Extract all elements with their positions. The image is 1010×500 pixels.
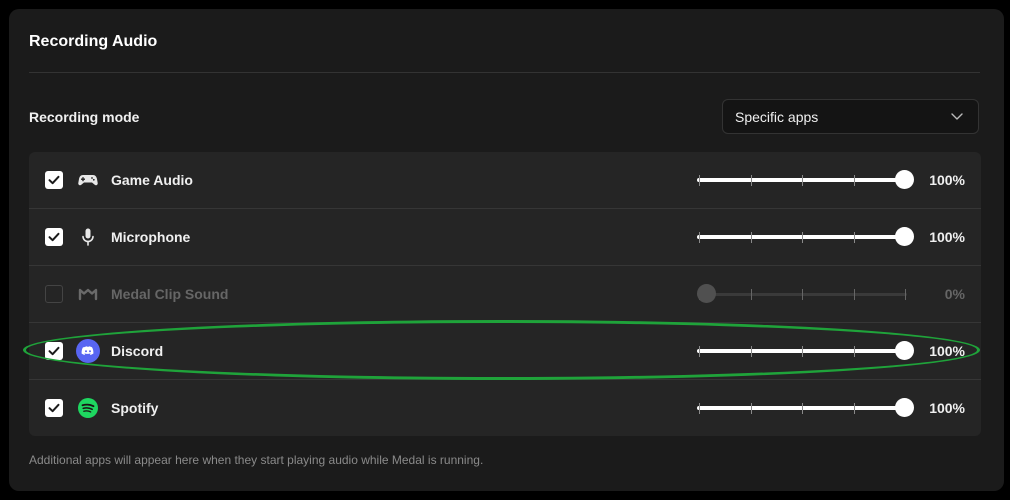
volume-percent: 100% [929, 229, 965, 245]
checkmark-icon [48, 403, 60, 413]
app-row-medal-clip-sound: Medal Clip Sound 0% [29, 266, 981, 323]
slider-tick [802, 232, 803, 243]
slider-tick [802, 289, 803, 300]
slider-fill [697, 349, 902, 353]
medal-icon [78, 288, 98, 301]
slider-fill [697, 406, 902, 410]
slider-tick [699, 175, 700, 186]
footnote: Additional apps will appear here when th… [29, 453, 484, 467]
slider-tick [750, 232, 752, 243]
microphone-checkbox[interactable] [45, 228, 63, 246]
app-row-microphone: Microphone 100% [29, 209, 981, 266]
recording-audio-panel: Recording Audio Recording mode Specific … [9, 9, 1004, 491]
app-row-spotify: Spotify 100% [29, 380, 981, 436]
slider-tick [853, 175, 855, 186]
slider-thumb[interactable] [895, 341, 914, 360]
divider [29, 72, 980, 73]
slider-tick [802, 403, 803, 414]
slider-thumb[interactable] [895, 170, 914, 189]
slider-tick [750, 175, 752, 186]
checkmark-icon [48, 346, 60, 356]
app-name: Spotify [111, 400, 159, 416]
slider-tick [750, 289, 752, 300]
slider-fill [697, 235, 902, 239]
volume-percent: 100% [929, 172, 965, 188]
microphone-volume-slider[interactable] [697, 227, 917, 247]
game-audio-checkbox[interactable] [45, 171, 63, 189]
checkmark-icon [48, 232, 60, 242]
volume-percent: 100% [929, 400, 965, 416]
slider-tick [802, 175, 803, 186]
discord-volume-slider[interactable] [697, 341, 917, 361]
volume-percent: 100% [929, 343, 965, 359]
checkmark-icon [48, 175, 60, 185]
app-row-game-audio: Game Audio 100% [29, 152, 981, 209]
slider-tick [853, 289, 855, 300]
slider-tick [750, 403, 752, 414]
discord-icon [76, 339, 100, 363]
recording-mode-value: Specific apps [735, 109, 819, 125]
app-name: Discord [111, 343, 164, 359]
app-name: Medal Clip Sound [111, 286, 229, 302]
section-title: Recording Audio [29, 33, 158, 50]
medal-clip-sound-checkbox[interactable] [45, 285, 63, 303]
slider-tick [853, 232, 855, 243]
discord-checkbox[interactable] [45, 342, 63, 360]
app-row-discord: Discord 100% [29, 323, 981, 380]
microphone-icon [82, 228, 94, 246]
recording-mode-dropdown[interactable]: Specific apps [722, 99, 979, 134]
app-audio-list: Game Audio 100% Microphone 100% Medal Cl… [29, 152, 981, 436]
slider-tick [853, 403, 855, 414]
slider-thumb[interactable] [895, 398, 914, 417]
gamepad-icon [78, 175, 98, 186]
app-name: Game Audio [111, 172, 193, 188]
slider-tick [699, 403, 700, 414]
slider-tick [802, 346, 803, 357]
slider-fill [697, 178, 902, 182]
app-name: Microphone [111, 229, 191, 245]
slider-tick [699, 232, 700, 243]
recording-mode-label: Recording mode [29, 109, 140, 125]
slider-thumb[interactable] [895, 227, 914, 246]
slider-tick [750, 346, 752, 357]
spotify-checkbox[interactable] [45, 399, 63, 417]
chevron-down-icon [951, 113, 963, 120]
medal-clip-sound-volume-slider[interactable] [697, 284, 917, 304]
slider-tick [853, 346, 855, 357]
spotify-volume-slider[interactable] [697, 398, 917, 418]
slider-tick [699, 346, 700, 357]
game-audio-volume-slider[interactable] [697, 170, 917, 190]
spotify-icon [78, 398, 98, 418]
slider-thumb[interactable] [697, 284, 716, 303]
slider-tick [905, 289, 906, 300]
volume-percent: 0% [944, 286, 965, 302]
